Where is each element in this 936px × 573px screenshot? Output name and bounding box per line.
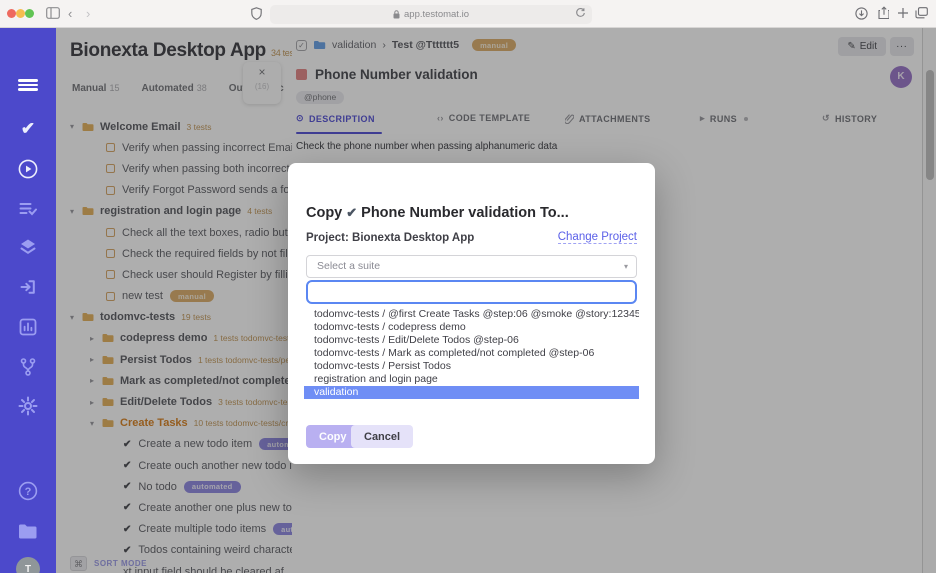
modal-title: Copy ✔ Phone Number validation To... xyxy=(306,205,569,221)
help-icon[interactable]: ? xyxy=(0,474,56,508)
suite-select[interactable]: Select a suite ▾ xyxy=(306,255,637,278)
share-icon[interactable] xyxy=(877,6,889,20)
analytics-icon[interactable] xyxy=(0,310,56,344)
lock-icon xyxy=(393,9,400,19)
minimize-window-button[interactable] xyxy=(16,8,25,18)
runs-icon[interactable] xyxy=(0,152,56,186)
suite-option[interactable]: validation xyxy=(304,386,639,399)
cancel-button[interactable]: Cancel xyxy=(351,425,414,448)
forward-icon[interactable]: › xyxy=(86,5,90,23)
suite-option[interactable]: todomvc-tests / codepress demo xyxy=(304,321,639,334)
suite-search-input[interactable] xyxy=(306,280,637,304)
sidebar-toggle-icon[interactable] xyxy=(46,7,60,19)
suites-icon[interactable] xyxy=(0,230,56,264)
zoom-window-button[interactable] xyxy=(25,8,34,18)
menu-icon[interactable] xyxy=(0,68,56,102)
import-icon[interactable] xyxy=(0,270,56,304)
branch-icon[interactable] xyxy=(0,350,56,384)
nav-rail: ✔ ? T xyxy=(0,28,56,573)
address-url: app.testomat.io xyxy=(404,8,469,20)
user-avatar[interactable]: T xyxy=(0,552,56,573)
reload-icon[interactable] xyxy=(575,7,586,19)
back-icon[interactable]: ‹ xyxy=(68,5,72,23)
browser-chrome: ‹ › app.testomat.io xyxy=(0,0,936,28)
check-icon: ✔ xyxy=(346,205,358,220)
plans-icon[interactable] xyxy=(0,192,56,226)
change-project-link[interactable]: Change Project xyxy=(557,231,637,244)
projects-icon[interactable] xyxy=(0,514,56,548)
app-window: ✔ ? T Bionexta Desktop App 34 tes Manual… xyxy=(0,28,936,573)
chevron-down-icon: ▾ xyxy=(623,262,628,271)
copy-to-modal: Copy ✔ Phone Number validation To... Proje… xyxy=(288,163,655,464)
shield-icon[interactable] xyxy=(251,7,262,20)
suite-option[interactable]: todomvc-tests / @first Create Tasks @ste… xyxy=(304,308,639,321)
address-bar[interactable]: app.testomat.io xyxy=(270,4,592,24)
modal-project-label: Project: Bionexta Desktop App xyxy=(306,232,475,244)
download-icon[interactable] xyxy=(855,7,868,20)
suite-options-list: todomvc-tests / @first Create Tasks @ste… xyxy=(304,308,639,399)
settings-icon[interactable] xyxy=(0,389,56,423)
suite-option[interactable]: todomvc-tests / Mark as completed/not co… xyxy=(304,347,639,360)
suite-option[interactable]: todomvc-tests / Persist Todos xyxy=(304,360,639,373)
screenshot-root: ‹ › app.testomat.io ✔ ? T Bionexta Deskt… xyxy=(0,0,936,573)
close-window-button[interactable] xyxy=(7,8,16,18)
tests-icon[interactable]: ✔ xyxy=(0,112,56,146)
new-tab-icon[interactable] xyxy=(897,7,909,19)
tabs-overview-icon[interactable] xyxy=(915,7,928,19)
suite-option[interactable]: registration and login page xyxy=(304,373,639,386)
suite-option[interactable]: todomvc-tests / Edit/Delete Todos @step-… xyxy=(304,334,639,347)
svg-text:?: ? xyxy=(25,486,32,498)
